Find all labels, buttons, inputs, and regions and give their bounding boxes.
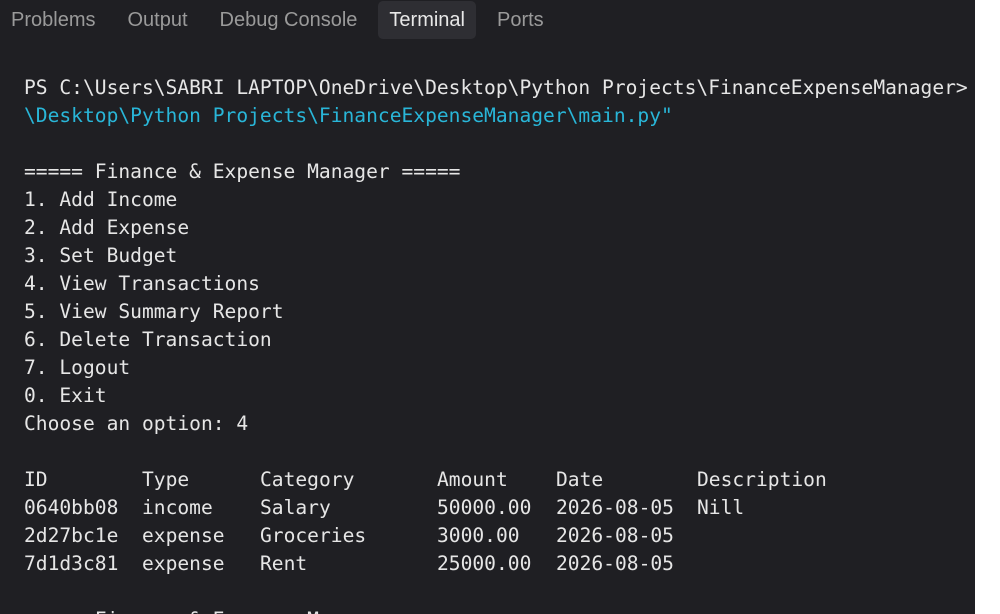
table-header: Amount (437, 468, 508, 491)
table-cell: 2026-08-05 (556, 496, 674, 519)
table-header: Type (142, 468, 190, 491)
table-row: 7d1d3c81 expense Rent 25000.00 2026-08-0… (24, 550, 975, 578)
table-row: 0640bb08 income Salary 50000.00 2026-08-… (24, 494, 975, 522)
menu-item: 5. View Summary Report (24, 300, 284, 323)
table-cell: 7d1d3c81 (24, 552, 119, 575)
tab-problems[interactable]: Problems (0, 1, 106, 39)
table-cell: Rent (260, 552, 308, 575)
tab-terminal[interactable]: Terminal (378, 1, 476, 39)
tab-ports[interactable]: Ports (486, 1, 555, 39)
menu-item: 7. Logout (24, 356, 131, 379)
table-cell: 2d27bc1e (24, 524, 119, 547)
table-row: 2d27bc1e expense Groceries 3000.00 2026-… (24, 522, 975, 550)
table-header-row: ID Type Category Amount Date Description (24, 466, 975, 494)
table-cell: 25000.00 (437, 552, 532, 575)
window-edge (975, 0, 1000, 614)
menu-item: 0. Exit (24, 384, 107, 407)
menu-item: 1. Add Income (24, 188, 178, 211)
table-cell: 3000.00 (437, 524, 520, 547)
table-header: Category (260, 468, 355, 491)
menu-title: ===== Finance & Expense Manager ===== (24, 160, 461, 183)
table-cell: 2026-08-05 (556, 552, 674, 575)
partial-next-line: ===== Finance & Expense Manager ===== (24, 606, 975, 614)
terminal-command-continuation: \Desktop\Python Projects\FinanceExpenseM… (24, 104, 673, 127)
panel-tab-bar: Problems Output Debug Console Terminal P… (0, 0, 975, 40)
table-cell: 50000.00 (437, 496, 532, 519)
table-header: Date (556, 468, 604, 491)
terminal-panel: Problems Output Debug Console Terminal P… (0, 0, 975, 614)
table-cell: 0640bb08 (24, 496, 119, 519)
table-cell: Salary (260, 496, 331, 519)
tab-output[interactable]: Output (116, 1, 198, 39)
table-header: Description (697, 468, 827, 491)
menu-item: 6. Delete Transaction (24, 328, 272, 351)
tab-debug-console[interactable]: Debug Console (209, 1, 369, 39)
table-cell: income (142, 496, 213, 519)
menu-item: 2. Add Expense (24, 216, 190, 239)
table-cell: Nill (697, 496, 745, 519)
menu-item: 3. Set Budget (24, 244, 178, 267)
terminal-output[interactable]: PS C:\Users\SABRI LAPTOP\OneDrive\Deskto… (24, 74, 975, 614)
menu-item: 4. View Transactions (24, 272, 260, 295)
terminal-prompt-line: PS C:\Users\SABRI LAPTOP\OneDrive\Deskto… (24, 76, 975, 99)
table-cell: Groceries (260, 524, 367, 547)
table-cell: expense (142, 552, 225, 575)
choice-prompt: Choose an option: 4 (24, 412, 249, 435)
table-cell: expense (142, 524, 225, 547)
table-header: ID (24, 468, 48, 491)
table-cell: 2026-08-05 (556, 524, 674, 547)
